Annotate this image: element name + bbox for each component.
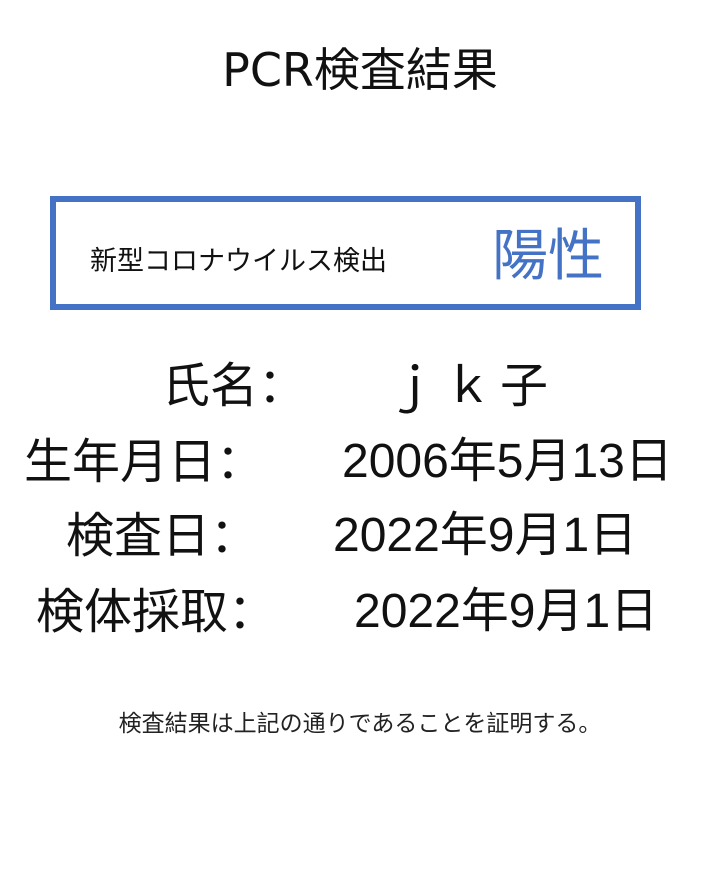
certification-text: 検査結果は上記の通りであることを証明する。 bbox=[118, 711, 602, 737]
birthdate-label: 生年月日： bbox=[24, 434, 265, 490]
page-title: PCR検査結果 bbox=[222, 43, 498, 97]
birthdate-value: 2006年5月13日 bbox=[342, 435, 673, 488]
result-value: 陽性 bbox=[492, 224, 604, 289]
sample-date-value: 2022年9月1日 bbox=[354, 585, 659, 638]
name-value: ｊｋ子 bbox=[388, 358, 557, 414]
sample-date-label: 検体採取： bbox=[36, 584, 277, 640]
test-date-label: 検査日： bbox=[66, 508, 259, 564]
test-date-value: 2022年9月1日 bbox=[333, 509, 638, 562]
result-label: 新型コロナウイルス検出 bbox=[90, 246, 387, 277]
test-result-box: 新型コロナウイルス検出 陽性 bbox=[50, 196, 641, 310]
name-label: 氏名： bbox=[162, 358, 307, 414]
